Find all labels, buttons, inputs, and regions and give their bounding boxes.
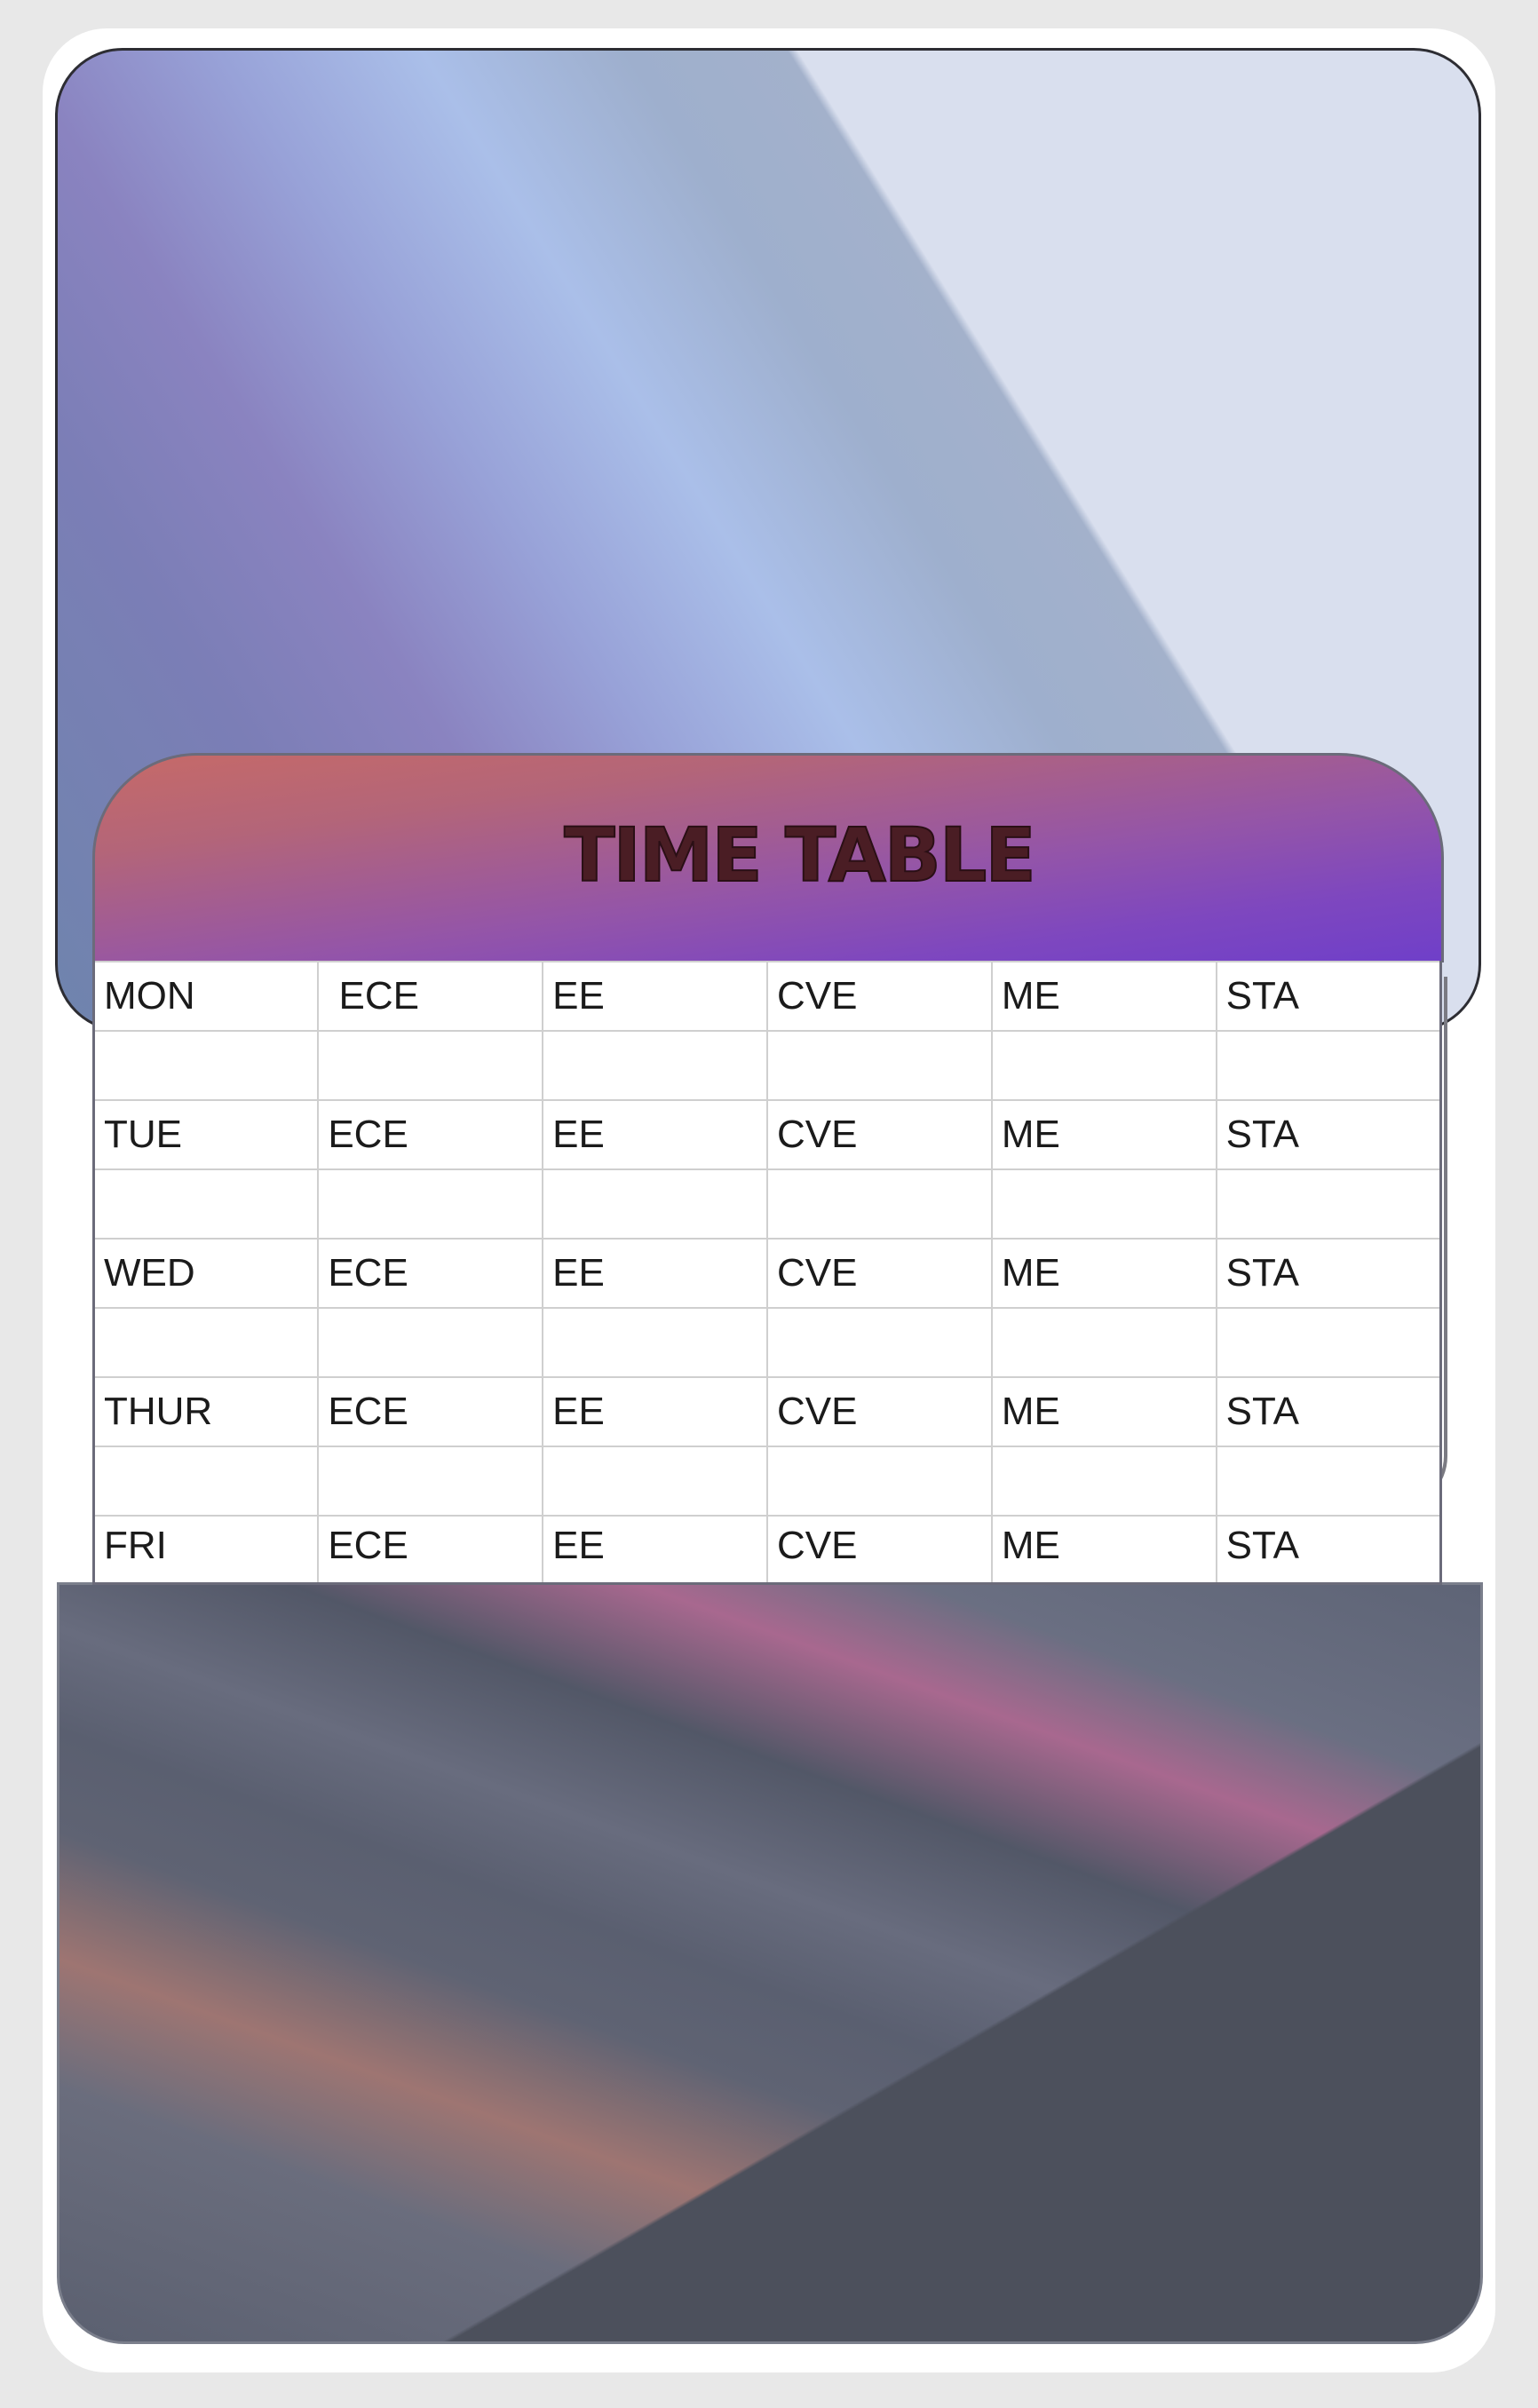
subject-cell [542, 1168, 768, 1240]
subject-cell [765, 1446, 993, 1517]
day-cell [92, 1030, 320, 1101]
subject-cell: ECE [317, 1515, 544, 1585]
subject-cell [1215, 1168, 1442, 1240]
subject-cell: STA [1215, 961, 1442, 1032]
subject-cell [542, 1307, 768, 1378]
subject-cell [317, 1168, 544, 1240]
subject-cell: EE [542, 1099, 768, 1170]
subject-cell [317, 1446, 544, 1517]
day-cell [92, 1168, 320, 1240]
day-cell: MON [92, 961, 320, 1032]
subject-cell: ME [990, 1238, 1217, 1309]
subject-cell: EE [542, 1238, 768, 1309]
subject-cell: ECE [317, 1238, 544, 1309]
subject-cell: ECE [317, 961, 544, 1032]
subject-cell [765, 1030, 993, 1101]
timetable-header: TIME TABLE [92, 753, 1444, 962]
day-cell: WED [92, 1238, 320, 1309]
subject-cell: ECE [317, 1099, 544, 1170]
subject-cell: CVE [765, 1099, 993, 1170]
subject-cell [765, 1307, 993, 1378]
table-row: FRI ECE EE CVE ME STA [92, 1515, 1442, 1585]
subject-cell [1215, 1446, 1442, 1517]
table-row [92, 1307, 1442, 1378]
table-row: MON ECE EE CVE ME STA [92, 961, 1442, 1032]
subject-cell: ME [990, 1515, 1217, 1585]
subject-cell [542, 1446, 768, 1517]
subject-cell [1215, 1030, 1442, 1101]
day-cell: FRI [92, 1515, 320, 1585]
subject-cell: EE [542, 1376, 768, 1447]
subject-cell [317, 1307, 544, 1378]
subject-cell: EE [542, 961, 768, 1032]
subject-cell [542, 1030, 768, 1101]
subject-cell: STA [1215, 1238, 1442, 1309]
subject-cell: STA [1215, 1099, 1442, 1170]
table-row [92, 1446, 1442, 1517]
subject-cell [990, 1030, 1217, 1101]
table-row [92, 1168, 1442, 1240]
table-row: THUR ECE EE CVE ME STA [92, 1376, 1442, 1447]
subject-cell: ME [990, 1376, 1217, 1447]
subject-cell [990, 1168, 1217, 1240]
subject-cell: ME [990, 961, 1217, 1032]
subject-cell: CVE [765, 1376, 993, 1447]
table-row: TUE ECE EE CVE ME STA [92, 1099, 1442, 1170]
subject-cell: CVE [765, 1515, 993, 1585]
subject-cell: EE [542, 1515, 768, 1585]
timetable-card: TIME TABLE MON ECE EE CVE ME STA TUE ECE EE CVE M… [92, 753, 1444, 1585]
table-row: WED ECE EE CVE ME STA [92, 1238, 1442, 1309]
subject-cell: STA [1215, 1376, 1442, 1447]
day-cell [92, 1446, 320, 1517]
subject-cell: CVE [765, 961, 993, 1032]
subject-cell [990, 1307, 1217, 1378]
subject-cell [990, 1446, 1217, 1517]
subject-cell [1215, 1307, 1442, 1378]
subject-cell: ME [990, 1099, 1217, 1170]
day-cell: TUE [92, 1099, 320, 1170]
subject-cell [317, 1030, 544, 1101]
footer-background-panel [57, 1582, 1483, 2344]
subject-cell: CVE [765, 1238, 993, 1309]
timetable-grid: MON ECE EE CVE ME STA TUE ECE EE CVE ME STA WED ECE E… [92, 961, 1442, 1585]
subject-cell: ECE [317, 1376, 544, 1447]
timetable-title: TIME TABLE [563, 811, 1036, 899]
table-row [92, 1030, 1442, 1101]
subject-cell: STA [1215, 1515, 1442, 1585]
subject-cell [765, 1168, 993, 1240]
day-cell [92, 1307, 320, 1378]
day-cell: THUR [92, 1376, 320, 1447]
